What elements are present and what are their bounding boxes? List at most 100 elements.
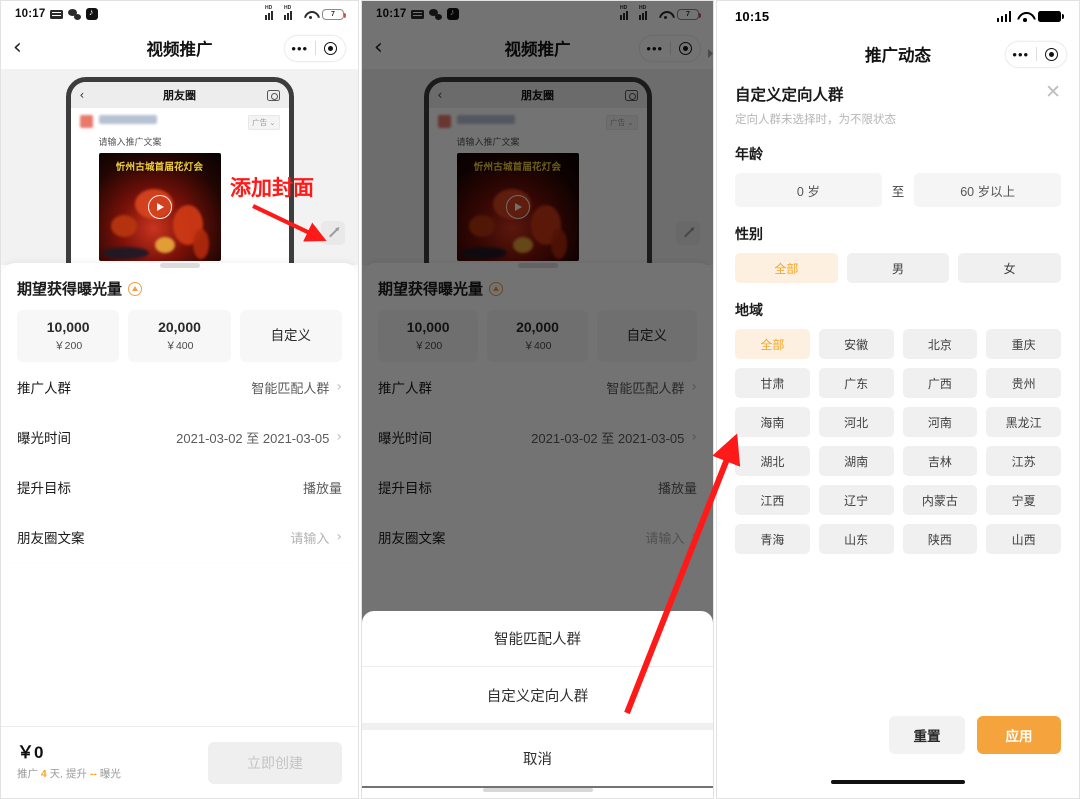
region-option-6[interactable]: 广西 xyxy=(902,368,978,398)
action-smart-match[interactable]: 智能匹配人群 xyxy=(362,611,713,667)
region-option-16[interactable]: 江西 xyxy=(735,485,810,515)
region-option-18[interactable]: 内蒙古 xyxy=(902,485,978,515)
group-title-age: 年龄 xyxy=(735,146,763,162)
miniprogram-capsule[interactable]: ••• xyxy=(639,34,701,62)
play-icon[interactable] xyxy=(505,195,530,219)
region-option-7[interactable]: 贵州 xyxy=(986,368,1061,398)
region-option-8[interactable]: 海南 xyxy=(735,407,810,437)
region-option-14[interactable]: 吉林 xyxy=(902,446,978,476)
close-icon[interactable]: ✕ xyxy=(1045,83,1061,102)
miniprogram-capsule[interactable]: ••• xyxy=(284,34,346,62)
back-button[interactable]: ‹ xyxy=(13,37,39,59)
row-exposure-time[interactable]: 曝光时间 2021-03-02 至 2021-03-05 › xyxy=(17,412,342,462)
row-value: 播放量 xyxy=(657,480,697,496)
region-option-19[interactable]: 宁夏 xyxy=(986,485,1061,515)
section-title-label: 期望获得曝光量 xyxy=(17,281,123,298)
mock-nav-title: 朋友圈 xyxy=(521,90,554,102)
edit-cover-button[interactable] xyxy=(676,221,700,245)
amount-value: 10,000 xyxy=(46,319,90,336)
amount-value: 20,000 xyxy=(516,319,559,336)
chevron-right-icon: › xyxy=(336,379,342,395)
preview-area: ‹ 朋友圈 广告 ⌄ 请输入推广文案 忻州古城首届花灯会 xyxy=(1,69,358,265)
wifi-icon xyxy=(658,9,672,20)
region-option-11[interactable]: 黑龙江 xyxy=(986,407,1061,437)
target-icon[interactable] xyxy=(316,41,346,55)
age-to-field[interactable]: 60 岁以上 xyxy=(914,173,1062,207)
row-audience[interactable]: 推广人群 智能匹配人群 › xyxy=(17,362,342,412)
region-option-21[interactable]: 山东 xyxy=(818,524,894,554)
region-option-10[interactable]: 河南 xyxy=(902,407,978,437)
price-summary: ￥0 推广 4 天, 提升 -- 曝光 xyxy=(17,743,121,782)
more-menu-icon[interactable]: ••• xyxy=(1006,48,1036,61)
row-audience[interactable]: 推广人群 智能匹配人群 › xyxy=(378,362,697,412)
wifi-icon xyxy=(303,9,317,20)
region-option-20[interactable]: 青海 xyxy=(735,524,810,554)
battery-icon xyxy=(1038,10,1064,22)
drag-handle[interactable] xyxy=(159,263,200,268)
gender-option-male[interactable]: 男 xyxy=(846,253,950,283)
play-icon[interactable] xyxy=(147,195,172,219)
amount-option-20000[interactable]: 20,000 ￥400 xyxy=(487,310,588,362)
gender-option-female[interactable]: 女 xyxy=(958,253,1062,283)
phone-panel-2: 10:17 HD HD 7 ‹ 视频推广 ••• xyxy=(361,0,714,799)
ad-tag: 广告 ⌄ xyxy=(248,115,280,130)
battery-icon: 7 xyxy=(677,8,701,20)
region-option-22[interactable]: 陕西 xyxy=(902,524,978,554)
row-moments-copy[interactable]: 朋友圈文案 请输入 › xyxy=(378,512,697,562)
region-option-0[interactable]: 全部 xyxy=(735,329,810,359)
amount-price: ￥400 xyxy=(165,339,194,352)
target-icon[interactable] xyxy=(671,41,701,55)
gender-options: 全部 男 女 xyxy=(735,253,1062,283)
action-custom-targeting[interactable]: 自定义定向人群 xyxy=(362,667,713,723)
amount-option-10000[interactable]: 10,000 ￥200 xyxy=(378,310,479,362)
amount-option-10000[interactable]: 10,000 ￥200 xyxy=(17,310,120,362)
region-option-4[interactable]: 甘肃 xyxy=(735,368,810,398)
amount-option-custom[interactable]: 自定义 xyxy=(239,310,342,362)
chevron-right-icon: › xyxy=(336,429,342,445)
amount-value: 20,000 xyxy=(158,319,201,336)
amount-option-custom[interactable]: 自定义 xyxy=(596,310,697,362)
status-time: 10:17 xyxy=(15,8,46,20)
row-moments-copy[interactable]: 朋友圈文案 请输入 › xyxy=(17,512,342,562)
row-label: 朋友圈文案 xyxy=(378,531,446,546)
region-option-3[interactable]: 重庆 xyxy=(986,329,1061,359)
video-title-overlay: 忻州古城首届花灯会 xyxy=(473,162,562,173)
hd-signal-icon-2: HD xyxy=(284,5,298,20)
more-menu-icon[interactable]: ••• xyxy=(285,42,315,55)
age-from-field[interactable]: 0 岁 xyxy=(735,173,882,207)
action-sheet-options: 智能匹配人群 自定义定向人群 xyxy=(362,611,713,723)
region-option-12[interactable]: 湖北 xyxy=(735,446,810,476)
row-goal[interactable]: 提升目标 播放量 xyxy=(17,462,342,512)
drag-handle[interactable] xyxy=(517,263,558,268)
region-option-13[interactable]: 湖南 xyxy=(818,446,894,476)
region-option-9[interactable]: 河北 xyxy=(818,407,894,437)
create-button[interactable]: 立即创建 xyxy=(208,741,342,784)
region-option-5[interactable]: 广东 xyxy=(818,368,894,398)
row-goal[interactable]: 提升目标 播放量 xyxy=(378,462,697,512)
section-title-label: 期望获得曝光量 xyxy=(378,281,484,298)
edit-cover-button[interactable] xyxy=(321,221,345,245)
target-icon[interactable] xyxy=(1037,47,1067,61)
action-cancel[interactable]: 取消 xyxy=(362,730,713,786)
region-option-17[interactable]: 辽宁 xyxy=(818,485,894,515)
region-option-15[interactable]: 江苏 xyxy=(986,446,1061,476)
row-exposure-time[interactable]: 曝光时间 2021-03-02 至 2021-03-05 › xyxy=(378,412,697,462)
mock-nav-title: 朋友圈 xyxy=(163,90,196,102)
gender-option-all[interactable]: 全部 xyxy=(735,253,838,283)
more-menu-icon[interactable]: ••• xyxy=(640,42,670,55)
chevron-right-icon: › xyxy=(691,429,697,445)
hd-signal-icon-2: HD xyxy=(639,5,653,20)
row-value: 请输入 xyxy=(645,530,685,546)
mock-nav-bar: ‹ 朋友圈 xyxy=(70,82,289,108)
amount-option-20000[interactable]: 20,000 ￥400 xyxy=(128,310,231,362)
region-option-2[interactable]: 北京 xyxy=(902,329,978,359)
mock-post: 广告 ⌄ 请输入推广文案 忻州古城首届花灯会 xyxy=(429,108,647,261)
apply-button[interactable]: 应用 xyxy=(977,716,1061,754)
row-label: 推广人群 xyxy=(17,381,71,396)
reset-button[interactable]: 重置 xyxy=(889,716,965,754)
back-button[interactable]: ‹ xyxy=(374,37,400,59)
age-separator: 至 xyxy=(891,184,905,199)
region-option-1[interactable]: 安徽 xyxy=(818,329,894,359)
region-option-23[interactable]: 山西 xyxy=(986,524,1061,554)
miniprogram-capsule[interactable]: ••• xyxy=(1005,40,1067,68)
